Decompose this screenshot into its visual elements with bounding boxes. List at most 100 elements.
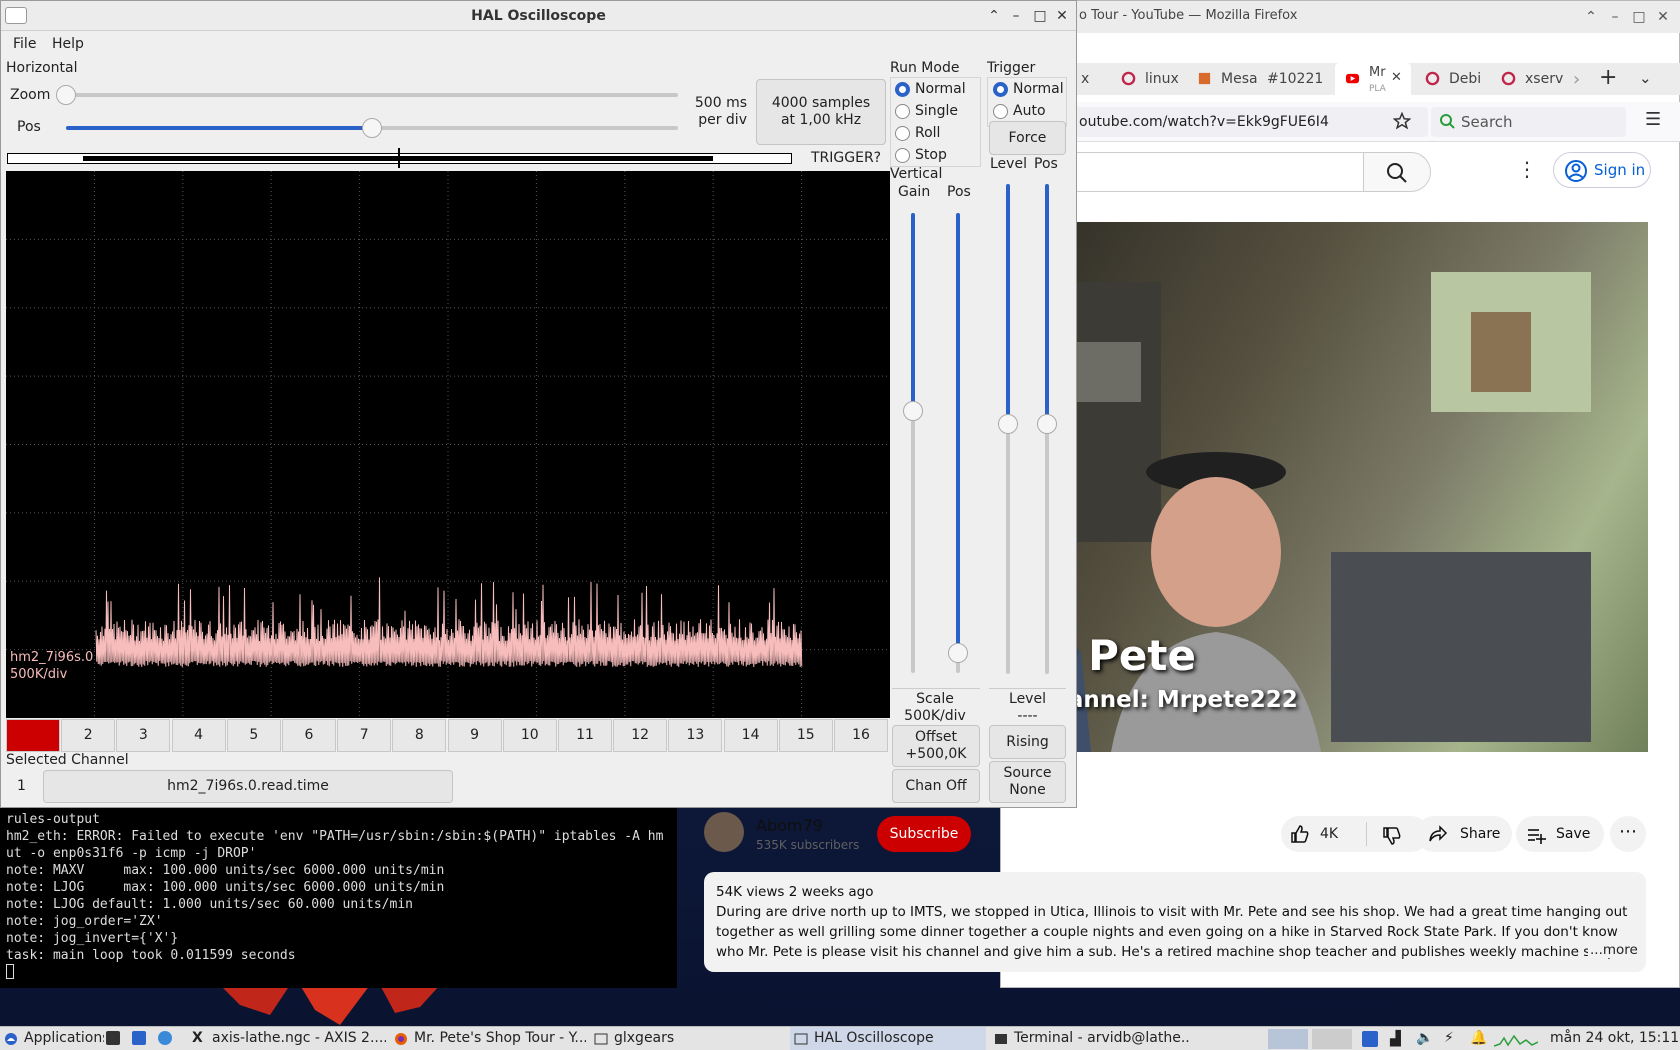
youtube-search-button[interactable] — [1363, 152, 1431, 192]
window-menu-icon[interactable] — [5, 7, 27, 24]
taskbar: Applications X axis-lathe.ngc - AXIS 2..… — [0, 1026, 1680, 1050]
tab-10221[interactable]: #10221 — [1261, 63, 1333, 95]
channel-button-7[interactable]: 7 — [337, 719, 392, 752]
tab-debian[interactable]: Debi — [1415, 63, 1489, 95]
terminal-line: note: LJOG default: 1.000 units/sec 60.0… — [6, 897, 413, 912]
more-actions-icon[interactable]: ⋯ — [1610, 816, 1646, 852]
taskbar-item-firefox[interactable]: Mr. Pete's Shop Tour - Y... — [390, 1027, 586, 1050]
tab-xserv[interactable]: xserv — [1491, 63, 1571, 95]
more-options-icon[interactable]: ⋮ — [1517, 157, 1537, 181]
terminal-line: note: MAXV max: 100.000 units/sec 6000.0… — [6, 863, 445, 878]
workspace-switcher[interactable] — [1268, 1029, 1308, 1049]
vertical-pos-slider-handle[interactable] — [948, 643, 968, 663]
zoom-slider-track[interactable] — [66, 93, 678, 97]
thumbs-down-icon[interactable] — [1382, 826, 1402, 846]
workspace-2[interactable] — [1312, 1029, 1352, 1049]
channel-button-8[interactable]: 8 — [392, 719, 447, 752]
menu-icon[interactable]: ☰ — [1645, 109, 1661, 130]
channel-button-13[interactable]: 13 — [668, 719, 723, 752]
menu-file[interactable]: File — [13, 36, 36, 52]
channel-button-9[interactable]: 9 — [447, 719, 502, 752]
notifications-icon[interactable]: 🔔 — [1470, 1030, 1487, 1046]
menu-help[interactable]: Help — [52, 36, 84, 52]
source-button[interactable]: Source None — [989, 761, 1066, 803]
channel-button-4[interactable]: 4 — [171, 719, 226, 752]
maximize-button[interactable]: □ — [1029, 5, 1051, 27]
taskbar-item-glxgears[interactable]: glxgears — [590, 1027, 786, 1050]
zoom-slider-handle[interactable] — [56, 85, 76, 105]
trigger-level-value: ---- — [1017, 708, 1038, 724]
gain-slider-handle[interactable] — [903, 401, 923, 421]
maximize-button[interactable]: □ — [1627, 5, 1651, 29]
samples-button[interactable]: 4000 samples at 1,00 kHz — [756, 79, 886, 145]
run-mode-radio-roll[interactable] — [895, 126, 910, 141]
channel-button-5[interactable]: 5 — [226, 719, 281, 752]
signal-icon[interactable]: ▟ — [1390, 1031, 1401, 1047]
force-button[interactable]: Force — [989, 121, 1066, 155]
tab-close-icon[interactable]: ✕ — [1391, 71, 1402, 85]
channel-button-11[interactable]: 11 — [558, 719, 612, 752]
taskbar-item-axis[interactable]: X axis-lathe.ngc - AXIS 2.... — [188, 1027, 386, 1050]
channel-button-10[interactable]: 10 — [502, 719, 557, 752]
video-description[interactable]: 54K views 2 weeks ago During are drive n… — [704, 872, 1646, 972]
run-mode-radio-normal[interactable] — [895, 82, 910, 97]
subscribe-button[interactable]: Subscribe — [877, 816, 971, 852]
tab-youtube-active[interactable]: Mr PLA ✕ — [1335, 63, 1411, 95]
taskbar-item-terminal[interactable]: Terminal - arvidb@lathe... — [990, 1027, 1190, 1050]
channel-avatar[interactable] — [704, 812, 744, 852]
channel-button-2[interactable]: 2 — [61, 719, 116, 752]
level-slider-handle[interactable] — [998, 414, 1018, 434]
trigger-mode-radio-normal[interactable] — [993, 82, 1008, 97]
applications-menu[interactable]: Applications — [0, 1027, 104, 1050]
channel-button-6[interactable]: 6 — [282, 719, 336, 752]
channel-name[interactable]: Abom79 — [756, 816, 823, 835]
close-button[interactable]: ✕ — [1051, 5, 1073, 27]
tab-overflow-icon[interactable]: › — [1573, 69, 1580, 90]
taskbar-item-halscope[interactable]: HAL Oscilloscope — [790, 1027, 986, 1050]
channel-button-1[interactable]: 1 — [6, 719, 60, 752]
selected-channel-pin-button[interactable]: hm2_7i96s.0.read.time — [43, 770, 453, 803]
channel-button-16[interactable]: 16 — [834, 719, 888, 752]
new-tab-icon[interactable]: + — [1599, 65, 1617, 90]
rising-button[interactable]: Rising — [989, 725, 1066, 759]
channel-button-15[interactable]: 15 — [778, 719, 833, 752]
trigger-position-marker — [398, 148, 400, 168]
like-button[interactable]: 4K — [1290, 824, 1376, 846]
close-button[interactable]: ✕ — [1651, 5, 1675, 29]
minimize-button[interactable]: – — [1005, 5, 1027, 27]
channel-button-12[interactable]: 12 — [613, 719, 668, 752]
tab-1[interactable]: x — [1073, 63, 1107, 95]
channel-button-3[interactable]: 3 — [116, 719, 171, 752]
bookmark-star-icon[interactable] — [1393, 112, 1411, 130]
terminal-output[interactable]: rules-output hm2_eth: ERROR: Failed to ex… — [0, 808, 677, 988]
power-icon[interactable]: ⚡ — [1444, 1030, 1454, 1046]
browser-launcher-icon[interactable] — [158, 1031, 172, 1045]
list-tabs-icon[interactable]: ⌄ — [1639, 69, 1652, 87]
scope-display[interactable]: hm2_7i96s.0 500K/div — [6, 171, 890, 718]
volume-icon[interactable]: 🔈 — [1416, 1030, 1433, 1046]
file-manager-launcher-icon[interactable] — [132, 1031, 146, 1045]
trigger-pos-slider-handle[interactable] — [1037, 414, 1057, 434]
search-box[interactable]: Search — [1431, 107, 1626, 137]
show-more-link[interactable]: ...more — [1588, 942, 1638, 958]
sign-in-button[interactable]: Sign in — [1553, 152, 1651, 188]
scope-trace-svg — [6, 171, 890, 718]
clock[interactable]: mån 24 okt, 15:11 — [1550, 1030, 1679, 1046]
offset-button[interactable]: Offset +500,0K — [892, 725, 980, 767]
tab-linux[interactable]: linux — [1111, 63, 1185, 95]
tab-mesa[interactable]: Mesa — [1187, 63, 1259, 95]
network-tray-icon[interactable] — [1362, 1031, 1378, 1047]
minimize-button[interactable]: – — [1603, 5, 1627, 29]
minimize-icon[interactable]: ⌃ — [1579, 5, 1603, 29]
channel-button-14[interactable]: 14 — [723, 719, 778, 752]
trigger-mode-radio-auto[interactable] — [993, 104, 1008, 119]
chan-off-button[interactable]: Chan Off — [892, 769, 980, 803]
pos-slider-handle[interactable] — [362, 118, 382, 138]
horizontal-label: Horizontal — [6, 60, 78, 76]
run-mode-radio-single[interactable] — [895, 104, 910, 119]
terminal-launcher-icon[interactable] — [106, 1031, 120, 1045]
run-mode-label: Run Mode — [890, 60, 960, 76]
run-mode-radio-stop[interactable] — [895, 148, 910, 163]
collapse-icon[interactable]: ⌃ — [983, 5, 1005, 27]
view-count: 54K views 2 weeks ago — [716, 884, 874, 900]
